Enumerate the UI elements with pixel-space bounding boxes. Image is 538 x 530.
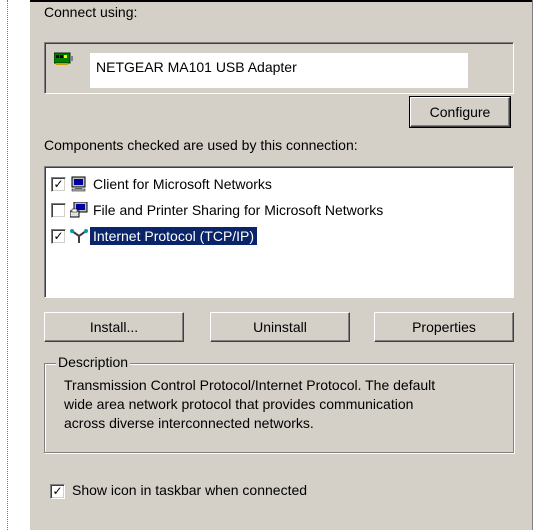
- top-border: [30, 0, 538, 2]
- connect-using-label: Connect using:: [44, 4, 138, 20]
- description-text: Transmission Control Protocol/Internet P…: [64, 376, 508, 433]
- network-client-icon: [70, 176, 88, 192]
- adapter-name: NETGEAR MA101 USB Adapter: [96, 59, 297, 75]
- components-list[interactable]: ✓ Client for Microsoft Networks File and…: [44, 166, 514, 298]
- component-label: Internet Protocol (TCP/IP): [90, 227, 258, 245]
- description-title: Description: [56, 354, 131, 370]
- taskbar-checkbox[interactable]: ✓: [50, 484, 65, 499]
- list-item[interactable]: File and Printer Sharing for Microsoft N…: [51, 199, 386, 221]
- description-line: across diverse interconnected networks.: [64, 415, 314, 431]
- description-line: Transmission Control Protocol/Internet P…: [64, 377, 436, 393]
- taskbar-option-label: Show icon in taskbar when connected: [72, 482, 308, 498]
- configure-button[interactable]: Configure: [409, 96, 511, 128]
- left-margin: [0, 0, 30, 530]
- install-button[interactable]: Install...: [44, 312, 184, 342]
- description-line: wide area network protocol that provides…: [64, 396, 414, 412]
- component-checkbox[interactable]: ✓: [51, 176, 66, 192]
- right-border: [532, 0, 538, 530]
- file-printer-sharing-icon: [69, 201, 88, 218]
- protocol-icon: [70, 228, 88, 244]
- components-label: Components checked are used by this conn…: [44, 137, 358, 153]
- component-checkbox[interactable]: [51, 202, 66, 218]
- component-label: Client for Microsoft Networks: [93, 176, 272, 192]
- properties-button[interactable]: Properties: [374, 312, 514, 342]
- uninstall-button[interactable]: Uninstall: [210, 312, 350, 342]
- component-label: File and Printer Sharing for Microsoft N…: [93, 202, 384, 218]
- component-checkbox[interactable]: ✓: [51, 228, 66, 244]
- network-card-icon: [53, 52, 74, 66]
- list-item[interactable]: ✓ Internet Protocol (TCP/IP): [51, 225, 258, 247]
- list-item[interactable]: ✓ Client for Microsoft Networks: [51, 173, 275, 195]
